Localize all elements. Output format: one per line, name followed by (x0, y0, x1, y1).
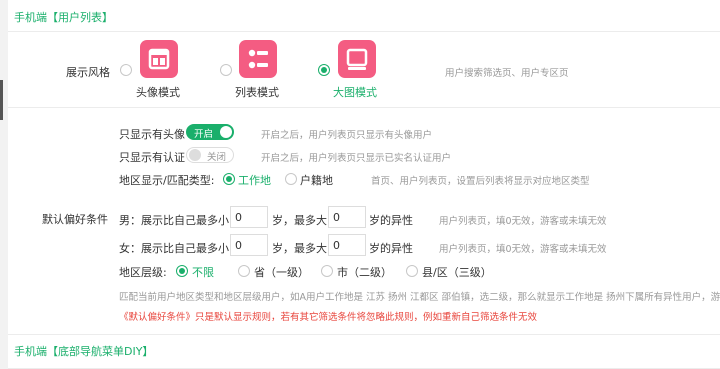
region-type-household-label[interactable]: 户籍地 (300, 172, 333, 188)
section-header-bottom-nav: 手机端【底部导航菜单DIY】 (8, 334, 720, 369)
female-prefix: 女：展示比自己最多小 (119, 242, 229, 255)
big-image-mode-icon[interactable] (338, 40, 376, 78)
female-mid: 岁，最多大 (272, 242, 327, 255)
style-caption-avatar: 头像模式 (136, 86, 180, 99)
region-level-radio-city[interactable] (321, 265, 333, 277)
region-level-radio-province[interactable] (238, 265, 250, 277)
section-title: 手机端【用户列表】 (14, 11, 113, 24)
toggle-text: 开启 (194, 129, 214, 140)
section-header-user-list: 手机端【用户列表】 (8, 0, 720, 32)
male-suffix: 岁的异性 (369, 214, 413, 227)
only-avatar-hint: 开启之后，用户列表页只显示有头像用户 (261, 130, 433, 141)
display-style-label: 展示风格 (66, 66, 110, 79)
region-level-county-label[interactable]: 县/区（三级） (422, 264, 492, 280)
display-style-hint: 用户搜索筛选页、用户专区页 (445, 68, 569, 79)
region-type-radio-household[interactable] (285, 173, 297, 185)
region-level-radio-any[interactable] (176, 265, 188, 277)
section-title: 手机端【底部导航菜单DIY】 (14, 345, 154, 358)
only-verified-label: 只显示有认证 (119, 151, 185, 164)
toggle-text: 关闭 (206, 152, 226, 163)
style-radio-avatar[interactable] (120, 64, 132, 76)
style-caption-list: 列表模式 (235, 86, 279, 99)
region-type-radio-work[interactable] (223, 173, 235, 185)
male-prefix: 男：展示比自己最多小 (119, 214, 229, 227)
region-level-province-label[interactable]: 省（一级） (254, 264, 309, 280)
region-level-city-label[interactable]: 市（二级） (337, 264, 392, 280)
only-verified-toggle[interactable]: 关闭 (186, 147, 234, 163)
avatar-mode-icon[interactable] (140, 40, 178, 78)
style-radio-bigimage[interactable] (318, 64, 330, 76)
male-hint: 用户列表页，填0无效，游客或未填无效 (439, 216, 607, 227)
defaults-label: 默认偏好条件 (42, 213, 108, 226)
only-avatar-toggle[interactable]: 开启 (186, 124, 234, 140)
region-type-label: 地区显示/匹配类型: (119, 174, 215, 187)
female-max-age-input[interactable] (328, 234, 366, 256)
only-avatar-label: 只显示有头像 (119, 128, 185, 141)
region-level-label: 地区层级: (119, 266, 167, 279)
defaults-warning: 《默认偏好条件》只是默认显示规则，若有其它筛选条件将忽略此规则，例如重新自己筛选… (119, 312, 538, 323)
female-hint: 用户列表页，填0无效，游客或未填无效 (439, 244, 607, 255)
row-divider (8, 107, 720, 108)
male-mid: 岁，最多大 (272, 214, 327, 227)
style-radio-list[interactable] (220, 64, 232, 76)
male-min-age-input[interactable] (230, 206, 268, 228)
male-max-age-input[interactable] (328, 206, 366, 228)
region-type-work-label[interactable]: 工作地 (238, 172, 271, 188)
female-suffix: 岁的异性 (369, 242, 413, 255)
region-matching-note: 匹配当前用户地区类型和地区层级用户，如A用户工作地是 江苏 扬州 江都区 邵伯镇… (119, 292, 720, 303)
region-level-any-label[interactable]: 不限 (192, 264, 214, 280)
region-type-hint: 首页、用户列表页，设置后列表将显示对应地区类型 (371, 176, 590, 187)
list-mode-icon[interactable] (239, 40, 277, 78)
only-verified-hint: 开启之后，用户列表页只显示已实名认证用户 (261, 153, 452, 164)
female-min-age-input[interactable] (230, 234, 268, 256)
left-edge-marker (0, 80, 3, 120)
style-caption-bigimage: 大图模式 (333, 86, 377, 99)
region-level-radio-county[interactable] (406, 265, 418, 277)
settings-page: 手机端【用户列表】 展示风格 头像模式 列表模式 大图模式 用户搜索筛选页、用户… (8, 0, 720, 369)
